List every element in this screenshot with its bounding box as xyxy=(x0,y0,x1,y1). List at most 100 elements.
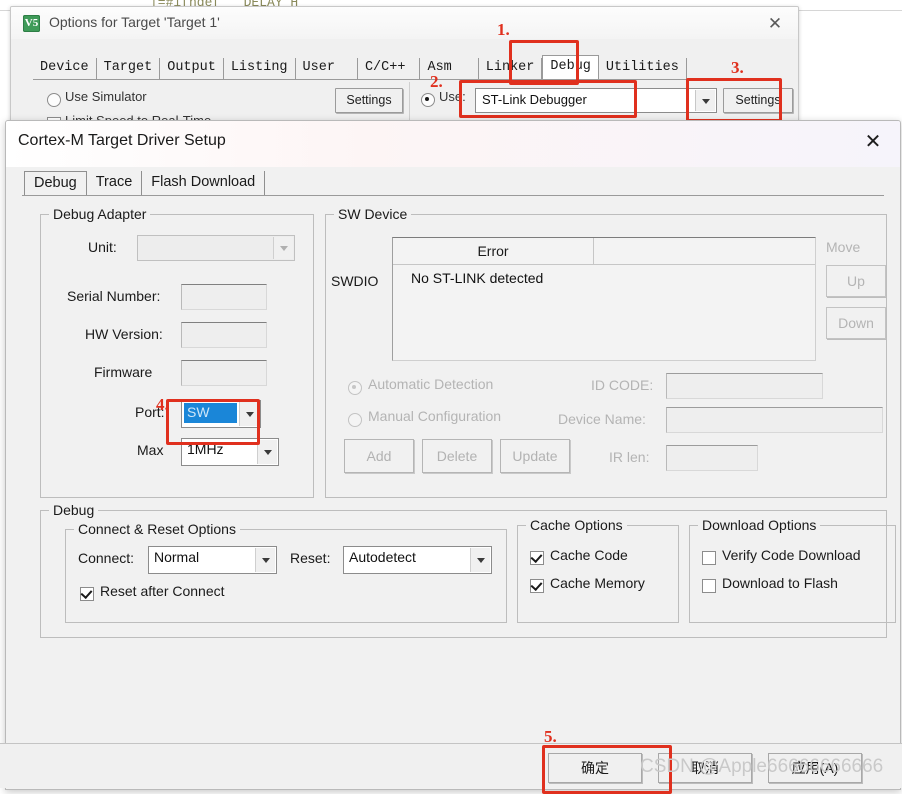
debug-adapter-legend: Debug Adapter xyxy=(49,206,151,222)
connect-label: Connect: xyxy=(78,550,135,566)
close-icon[interactable]: ✕ xyxy=(860,129,886,155)
serial-number-field[interactable] xyxy=(181,284,267,310)
cache-code-checkbox[interactable] xyxy=(530,551,544,565)
device-name-field[interactable] xyxy=(666,407,883,433)
debugger-combo-value: ST-Link Debugger xyxy=(482,92,587,107)
cache-options-group: Cache Options Cache Code Cache Memory xyxy=(517,517,679,623)
tab-user[interactable]: User xyxy=(296,58,358,79)
move-up-button[interactable]: Up xyxy=(826,265,886,297)
cortex-dialog-titlebar: Cortex-M Target Driver Setup ✕ xyxy=(6,121,900,167)
port-label: Port: xyxy=(135,404,165,420)
debugger-combo[interactable]: ST-Link Debugger xyxy=(475,88,717,113)
table-row[interactable]: No ST-LINK detected xyxy=(393,265,815,291)
tab-listing[interactable]: Listing xyxy=(224,58,296,79)
download-to-flash-label: Download to Flash xyxy=(722,575,838,591)
firmware-field[interactable] xyxy=(181,360,267,386)
reset-after-connect-label: Reset after Connect xyxy=(100,583,225,599)
sw-device-legend: SW Device xyxy=(334,206,412,222)
cache-memory-label: Cache Memory xyxy=(550,575,645,591)
port-combo[interactable]: SW xyxy=(181,400,261,428)
manual-configuration-radio[interactable] xyxy=(348,413,362,427)
reset-label: Reset: xyxy=(290,550,331,566)
use-simulator-radio[interactable] xyxy=(47,93,61,107)
tab-debug[interactable]: Debug xyxy=(542,55,599,80)
options-dialog-title: Options for Target 'Target 1' xyxy=(49,14,220,30)
cache-memory-checkbox[interactable] xyxy=(530,579,544,593)
chevron-down-icon[interactable] xyxy=(239,402,259,426)
cortex-tab-bar: Debug Trace Flash Download xyxy=(24,167,266,196)
tab-utilities[interactable]: Utilities xyxy=(599,58,687,79)
unit-label: Unit: xyxy=(88,239,117,255)
tab-debug[interactable]: Debug xyxy=(24,171,87,196)
cortex-m-target-driver-setup-dialog: Cortex-M Target Driver Setup ✕ Debug Tra… xyxy=(5,120,901,790)
id-code-label: ID CODE: xyxy=(591,377,654,393)
unit-combo[interactable] xyxy=(137,235,295,261)
reset-after-connect-checkbox[interactable] xyxy=(80,587,94,601)
cortex-debug-tab-panel: Debug Adapter Unit: Serial Number: HW Ve… xyxy=(22,195,896,776)
ok-button[interactable]: 确定 xyxy=(548,753,642,783)
options-tab-bar: Device Target Output Listing User C/C++ … xyxy=(33,53,687,80)
tab-output[interactable]: Output xyxy=(160,58,224,79)
options-for-target-dialog: V5 Options for Target 'Target 1' ✕ Devic… xyxy=(10,6,799,134)
column-header-blank[interactable] xyxy=(593,238,815,264)
id-code-field[interactable] xyxy=(666,373,823,399)
connect-reset-legend: Connect & Reset Options xyxy=(74,521,240,537)
chevron-down-icon[interactable] xyxy=(255,548,275,572)
tab-asm[interactable]: Asm xyxy=(420,58,479,79)
move-label: Move xyxy=(826,239,861,255)
tab-linker[interactable]: Linker xyxy=(479,58,543,79)
sw-device-group: SW Device SWDIO Error No ST-LINK detecte… xyxy=(325,206,887,498)
use-debugger-radio[interactable] xyxy=(421,93,435,107)
connect-combo[interactable]: Normal xyxy=(148,546,277,574)
swdio-label: SWDIO xyxy=(331,273,379,289)
verify-code-download-checkbox[interactable] xyxy=(702,551,716,565)
options-dialog-titlebar: V5 Options for Target 'Target 1' ✕ xyxy=(11,7,798,39)
cache-code-label: Cache Code xyxy=(550,547,628,563)
ir-len-label: IR len: xyxy=(609,449,650,465)
reset-combo[interactable]: Autodetect xyxy=(343,546,492,574)
apply-button[interactable]: 应用(A) xyxy=(768,753,862,783)
tab-device[interactable]: Device xyxy=(33,58,97,79)
move-down-button[interactable]: Down xyxy=(826,307,886,339)
tab-target[interactable]: Target xyxy=(97,58,161,79)
reset-combo-value: Autodetect xyxy=(349,549,416,565)
debug-group: Debug Connect & Reset Options Connect: N… xyxy=(40,502,896,638)
port-combo-value: SW xyxy=(187,404,210,420)
chevron-down-icon[interactable] xyxy=(257,440,277,464)
device-name-label: Device Name: xyxy=(558,411,646,427)
keil-uvision-icon-glyph: V5 xyxy=(24,17,39,29)
cortex-dialog-title: Cortex-M Target Driver Setup xyxy=(18,132,226,149)
hw-version-field[interactable] xyxy=(181,322,267,348)
dialog-footer: 确定 取消 应用(A) xyxy=(0,743,902,788)
tab-flash-download[interactable]: Flash Download xyxy=(142,171,266,195)
download-to-flash-checkbox[interactable] xyxy=(702,579,716,593)
max-clock-combo[interactable]: 1MHz xyxy=(181,438,279,466)
sw-device-list-header: Error xyxy=(393,238,815,265)
add-button[interactable]: Add xyxy=(344,439,414,473)
connect-combo-value: Normal xyxy=(154,549,200,565)
delete-button[interactable]: Delete xyxy=(422,439,492,473)
update-button[interactable]: Update xyxy=(500,439,570,473)
connect-reset-options-group: Connect & Reset Options Connect: Normal … xyxy=(65,521,507,623)
sw-device-list[interactable]: Error No ST-LINK detected xyxy=(392,237,816,361)
download-options-legend: Download Options xyxy=(698,517,821,533)
tab-cpp[interactable]: C/C++ xyxy=(358,58,421,79)
simulator-settings-button[interactable]: Settings xyxy=(335,88,403,113)
keil-uvision-icon: V5 xyxy=(23,15,40,32)
hw-version-label: HW Version: xyxy=(85,326,163,342)
verify-code-download-label: Verify Code Download xyxy=(722,547,861,563)
manual-configuration-label: Manual Configuration xyxy=(368,408,502,424)
close-icon[interactable]: ✕ xyxy=(764,14,786,34)
automatic-detection-radio[interactable] xyxy=(348,381,362,395)
cancel-button[interactable]: 取消 xyxy=(658,753,752,783)
download-options-group: Download Options Verify Code Download Do… xyxy=(689,517,896,623)
chevron-down-icon[interactable] xyxy=(273,237,293,259)
debugger-settings-button[interactable]: Settings xyxy=(723,88,793,113)
column-header-error[interactable]: Error xyxy=(393,238,594,264)
ir-len-field[interactable] xyxy=(666,445,758,471)
use-simulator-label: Use Simulator xyxy=(65,89,147,104)
cache-options-legend: Cache Options xyxy=(526,517,627,533)
tab-trace[interactable]: Trace xyxy=(87,171,143,195)
chevron-down-icon[interactable] xyxy=(695,90,715,111)
chevron-down-icon[interactable] xyxy=(470,548,490,572)
